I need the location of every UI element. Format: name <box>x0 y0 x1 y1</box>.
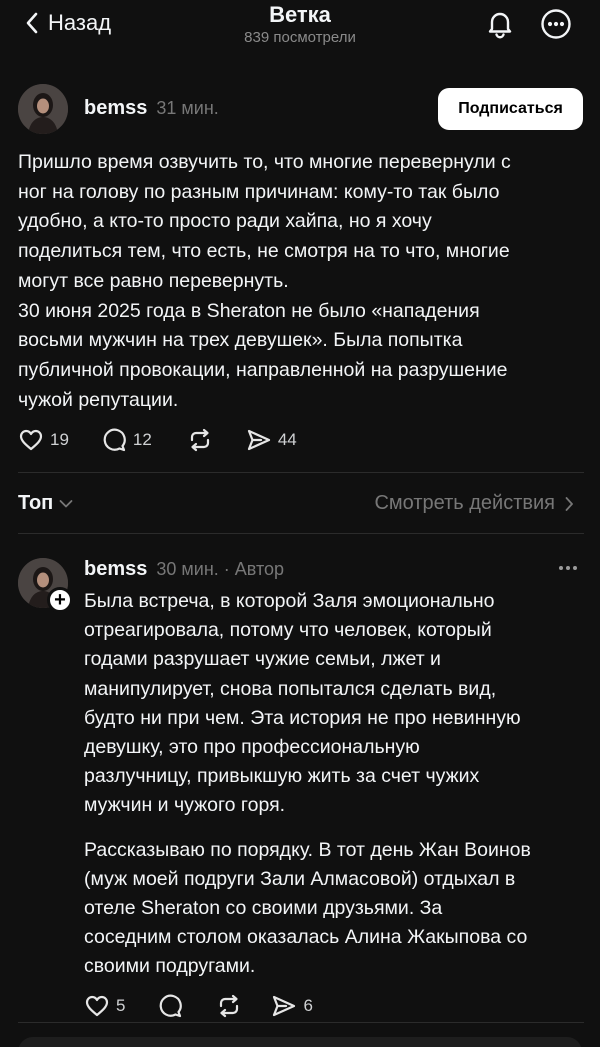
follow-button[interactable]: Подписаться <box>438 88 583 130</box>
more-menu-icon[interactable] <box>540 8 572 40</box>
heart-icon <box>19 429 43 451</box>
comment-button[interactable]: 12 <box>101 427 152 453</box>
activity-label: Смотреть действия <box>374 492 555 514</box>
post-text-line: ног на голову по разным причинам: кому-т… <box>18 180 500 203</box>
chevron-down-icon <box>59 499 73 507</box>
share-count: 6 <box>303 996 313 1015</box>
send-icon <box>273 995 296 1017</box>
reply-text-line: мужчин и чужого горя. <box>84 794 286 817</box>
post-text-line: поделиться тем, что есть, не смотря на т… <box>18 240 510 263</box>
top-bar: Назад Ветка 839 посмотрели <box>0 0 600 56</box>
like-count: 5 <box>116 996 126 1015</box>
view-activity-link[interactable]: Смотреть действия <box>374 492 574 515</box>
more-horizontal-icon[interactable] <box>556 556 580 580</box>
reply-meta: 30 мин. · Автор <box>156 559 285 579</box>
share-button[interactable]: 44 <box>246 427 297 453</box>
divider <box>18 1022 584 1023</box>
post-text-line: удобно, а кто-то просто ради хайпа, но я… <box>18 210 432 233</box>
avatar-photo <box>18 84 68 134</box>
reply-text-line: отеле Sheraton со своими друзьями. За <box>84 897 443 920</box>
post-text-line: могут все равно перевернуть. <box>18 269 289 292</box>
repost-button[interactable] <box>186 427 214 453</box>
like-count: 19 <box>50 430 69 449</box>
share-button[interactable]: 6 <box>271 993 313 1019</box>
divider <box>18 533 584 534</box>
comment-icon <box>160 994 183 1018</box>
post-actions: 19 12 44 <box>18 427 297 453</box>
post-text-line: чужой репутации. <box>18 388 179 411</box>
reply-text-line: будто ни при чем. Эта история не про нев… <box>84 706 521 729</box>
follow-plus-icon[interactable]: + <box>47 587 73 613</box>
reply-text-line: разлучницу, привыкшую жить за счет чужих <box>84 765 480 788</box>
reply-composer-bar[interactable] <box>18 1037 582 1047</box>
post-text-line: 30 июня 2025 года в Sheraton не было «на… <box>18 299 480 322</box>
comment-button[interactable] <box>157 993 183 1019</box>
post-text-line: публичной провокации, направленной на ра… <box>18 358 508 381</box>
reply-text-line: отреагировала, потому что человек, котор… <box>84 619 492 642</box>
reply-header: bemss 30 мин. · Автор <box>84 558 284 581</box>
reply-text-line: Рассказываю по порядку. В тот день Жан В… <box>84 838 531 861</box>
like-button[interactable]: 5 <box>84 993 125 1019</box>
reply-text-line: девушку, это про профессиональную <box>84 736 420 759</box>
repost-button[interactable] <box>215 993 243 1019</box>
reply-text-line: манипулирует, снова попытался сделать ви… <box>84 677 497 700</box>
like-button[interactable]: 19 <box>18 427 69 453</box>
repost-icon <box>220 994 239 1018</box>
comment-icon <box>103 428 126 452</box>
sort-dropdown[interactable]: Топ <box>18 492 73 515</box>
reply-text: Была встреча, в которой Заля эмоциональн… <box>84 587 584 982</box>
heart-icon <box>85 995 109 1017</box>
divider <box>18 472 584 473</box>
post-text: Пришло время озвучить то, что многие пер… <box>18 148 584 415</box>
avatar[interactable] <box>18 84 68 134</box>
reply-text-line: соседним столом оказалась Алина Жакыпова… <box>84 926 528 949</box>
reply-text-line: своими подругами. <box>84 955 256 978</box>
share-count: 44 <box>277 430 297 449</box>
reply-username[interactable]: bemss <box>84 558 147 581</box>
reply-actions: 5 6 <box>84 993 313 1019</box>
bell-icon[interactable] <box>484 8 516 40</box>
post-header: bemss 31 мин. <box>84 97 219 120</box>
chevron-right-icon <box>565 496 573 511</box>
post-text-line: восьми мужчин на трех девушек». Была поп… <box>18 329 463 352</box>
reply-text-line: Была встреча, в которой Заля эмоциональн… <box>84 590 495 612</box>
sort-bar: Топ Смотреть действия <box>0 488 600 520</box>
post-text-line: Пришло время озвучить то, что многие пер… <box>18 151 511 173</box>
reply-text-line: годами разрушает чужие семьи, лжет и <box>84 648 441 671</box>
send-icon <box>247 429 270 451</box>
post-username[interactable]: bemss <box>84 97 147 120</box>
repost-icon <box>190 428 209 452</box>
sort-label: Топ <box>18 492 54 514</box>
reply-text-line: (муж моей подруги Зали Алмасовой) отдыха… <box>84 867 516 890</box>
comment-count: 12 <box>132 430 152 449</box>
post-time: 31 мин. <box>156 98 219 118</box>
